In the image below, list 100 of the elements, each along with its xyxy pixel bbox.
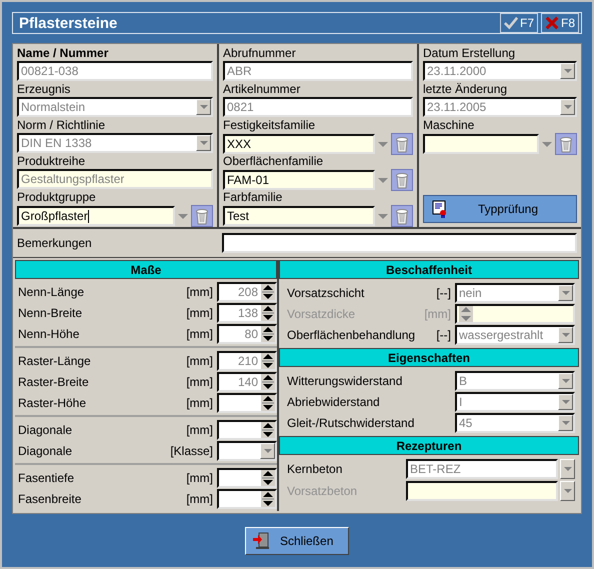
unit-label: [mm]	[186, 354, 213, 368]
spin-field[interactable]	[217, 392, 277, 412]
spin-buttons[interactable]	[261, 352, 275, 368]
lookup-field[interactable]: XXX	[223, 134, 375, 154]
dropdown-button[interactable]	[560, 63, 575, 79]
dropdown-arrow-icon	[200, 105, 208, 109]
picker-field[interactable]: BET-REZ	[406, 459, 558, 479]
spin-buttons[interactable]	[261, 422, 275, 438]
spin-field[interactable]	[217, 468, 277, 488]
trash-button[interactable]	[391, 169, 413, 191]
text-field[interactable]: Gestaltungspflaster	[17, 169, 213, 189]
spin-buttons[interactable]	[261, 470, 275, 486]
field-label: Produktreihe	[17, 154, 86, 169]
combo-box[interactable]: 23.11.2000	[423, 61, 577, 81]
spin-field[interactable]: 80	[217, 324, 277, 344]
spin-buttons[interactable]	[261, 394, 275, 410]
spin-field[interactable]: 140	[217, 372, 277, 392]
dropdown-button[interactable]	[560, 99, 575, 115]
window-title: Pflastersteine	[19, 14, 118, 32]
dropdown-arrow-icon	[200, 141, 208, 145]
unit-label: [--]	[436, 328, 451, 342]
dropdown-button[interactable]	[560, 459, 575, 479]
section-header: Rezepturen	[279, 436, 579, 455]
text-field[interactable]: ABR	[223, 61, 413, 81]
unit-label: [mm]	[186, 492, 213, 506]
unit-label: [mm]	[186, 422, 213, 436]
combo-box[interactable]: nein	[455, 282, 575, 302]
lookup-field[interactable]: Test	[223, 206, 375, 226]
field-label: Raster-Höhe	[18, 396, 88, 410]
unit-label: [--]	[436, 286, 451, 300]
text-field[interactable]: 0821	[223, 97, 413, 117]
spin-field[interactable]: 210	[217, 350, 277, 370]
field-label: Produktgruppe	[17, 190, 97, 205]
spin-field[interactable]	[217, 420, 277, 440]
toolbar-button[interactable]: F7	[500, 13, 538, 33]
close-button[interactable]: Schließen	[245, 526, 349, 554]
combo-box[interactable]: wassergestrahlt	[455, 324, 575, 344]
spin-buttons[interactable]	[261, 304, 275, 320]
dropdown-button[interactable]	[558, 284, 573, 300]
spin-field[interactable]: 138	[217, 302, 277, 322]
field-label: Nenn-Länge	[18, 284, 86, 298]
field-label: Name / Nummer	[17, 46, 110, 61]
field-label: Bemerkungen	[17, 236, 93, 250]
lookup-field[interactable]: FAM-01	[223, 170, 375, 190]
field-label: Abrufnummer	[223, 46, 297, 61]
dropdown-arrow-icon	[562, 332, 570, 336]
spin-buttons[interactable]	[261, 326, 275, 342]
unit-label: [mm]	[186, 306, 213, 320]
toolbar-button[interactable]: F8	[541, 13, 579, 33]
dropdown-button[interactable]	[558, 372, 573, 388]
unit-label: [mm]	[186, 470, 213, 484]
field-label: Vorsatzbeton	[287, 484, 358, 498]
combo-box[interactable]: 45	[455, 412, 575, 432]
dropdown-button[interactable]	[196, 135, 211, 151]
field-label: Vorsatzschicht	[287, 286, 366, 300]
unit-label: [mm]	[186, 396, 213, 410]
remarks-field[interactable]	[222, 233, 577, 253]
field-label: Gleit-/Rutschwiderstand	[287, 416, 416, 430]
combo-box[interactable]: 23.11.2005	[423, 97, 577, 117]
field-label: Diagonale	[18, 444, 74, 458]
field-label: letzte Änderung	[423, 82, 508, 97]
combo-box[interactable]	[217, 440, 277, 460]
field-label: Fasenbreite	[18, 492, 82, 506]
spin-buttons[interactable]	[261, 374, 275, 390]
dropdown-button[interactable]	[560, 481, 575, 501]
spin-field[interactable]: 208	[217, 282, 277, 302]
field-label: Fasentiefe	[18, 470, 76, 484]
unit-label: [mm]	[186, 284, 213, 298]
combo-box[interactable]: DIN EN 1338	[17, 133, 213, 153]
dropdown-button[interactable]	[260, 442, 275, 458]
field-label: Nenn-Breite	[18, 306, 84, 320]
field-label: Oberflächenfamilie	[223, 154, 324, 169]
combo-box[interactable]: Normalstein	[17, 97, 213, 117]
field-label: Farbfamilie	[223, 190, 284, 205]
section-header: Beschaffenheit	[279, 260, 579, 279]
spin-buttons[interactable]	[261, 284, 275, 300]
trash-button[interactable]	[391, 133, 413, 155]
section-header: Maße	[15, 260, 277, 279]
dropdown-button[interactable]	[558, 326, 573, 342]
text-field[interactable]: 00821-038	[17, 61, 213, 81]
combo-box[interactable]: I	[455, 392, 575, 412]
dropdown-arrow-icon	[564, 69, 572, 73]
dropdown-arrow-icon	[562, 420, 570, 424]
lookup-field[interactable]: Großpflaster	[17, 206, 175, 226]
dropdown-arrow-icon	[562, 290, 570, 294]
spin-buttons[interactable]	[261, 490, 275, 506]
trash-button[interactable]	[555, 133, 577, 155]
spin-field[interactable]	[217, 488, 277, 508]
dropdown-arrow-icon	[564, 105, 572, 109]
lookup-field[interactable]	[423, 134, 539, 154]
field-label: Raster-Breite	[18, 374, 90, 388]
dropdown-button[interactable]	[196, 99, 211, 115]
field-label: Kernbeton	[287, 462, 344, 476]
type-test-button[interactable]: Typprüfung	[423, 195, 577, 223]
dropdown-button[interactable]	[558, 414, 573, 430]
trash-button[interactable]	[391, 205, 413, 227]
dropdown-arrow-icon	[564, 489, 572, 493]
trash-button[interactable]	[191, 205, 213, 227]
combo-box[interactable]: B	[455, 370, 575, 390]
dropdown-button[interactable]	[558, 394, 573, 410]
